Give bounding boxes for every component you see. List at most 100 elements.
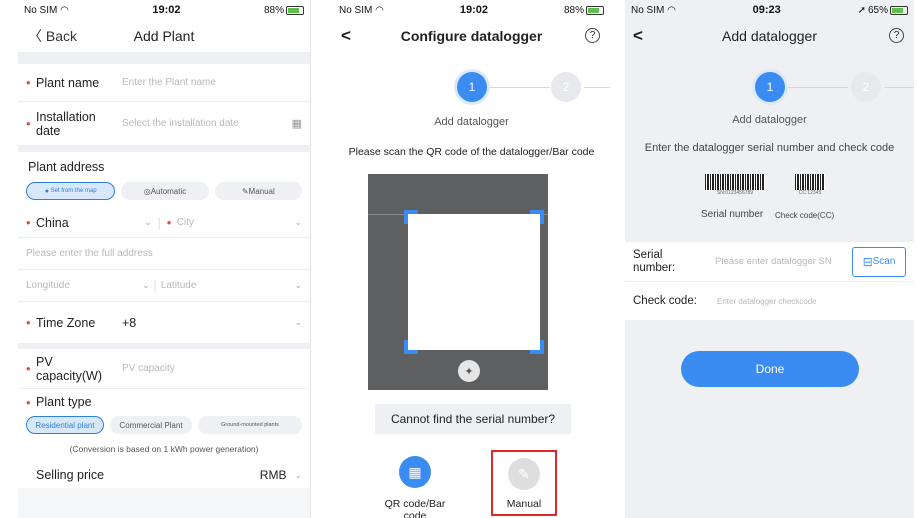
full-address-row[interactable]: Please enter the full address	[18, 238, 310, 270]
battery-icon	[285, 5, 304, 15]
install-date-input[interactable]: Select the installation date	[122, 118, 292, 129]
back-button[interactable]: <	[341, 26, 351, 46]
plant-type-residential[interactable]: Residential plant	[26, 416, 104, 434]
chevron-down-icon: ⌄	[294, 469, 302, 480]
address-mode-automatic[interactable]: ◎ Automatic	[121, 182, 209, 200]
clock: 09:23	[752, 4, 781, 16]
country-select[interactable]: China	[36, 216, 144, 230]
step-label: Add datalogger	[434, 116, 509, 128]
stepper: 1 2	[333, 68, 610, 108]
done-button[interactable]: Done	[681, 351, 859, 387]
frame-corner	[404, 210, 418, 224]
back-button[interactable]: <	[633, 26, 643, 46]
chevron-down-icon: ⌄	[294, 280, 302, 290]
entry-instruction: Enter the datalogger serial number and c…	[644, 142, 895, 154]
plant-type-commercial[interactable]: Commercial Plant	[110, 416, 192, 434]
divider: |	[157, 215, 161, 230]
battery-icon	[585, 5, 604, 15]
address-section: Plant address	[18, 152, 310, 178]
help-icon[interactable]: ?	[889, 28, 904, 43]
install-date-row[interactable]: • Installation date Select the installat…	[18, 102, 310, 146]
plant-name-row[interactable]: • Plant name Enter the Plant name	[18, 64, 310, 102]
address-mode-map[interactable]: ● Set from the map	[26, 182, 116, 200]
battery-indicator: 88%	[564, 5, 604, 16]
pv-capacity-input[interactable]: PV capacity	[122, 363, 175, 374]
plant-name-input[interactable]: Enter the Plant name	[122, 77, 216, 88]
pencil-icon: ✎	[241, 186, 249, 196]
page-title: Configure datalogger	[400, 28, 543, 44]
scan-instruction: Please scan the QR code of the datalogge…	[348, 146, 595, 158]
chevron-down-icon: ⌄	[294, 317, 302, 327]
chevron-down-icon: ⌄	[142, 280, 150, 290]
sn-sample: SN:0123456789	[705, 174, 765, 196]
add-datalogger-screen: No SIM ◠ 09:23 ➚ 65% < Add datalogger ? 1…	[625, 0, 914, 518]
nav-bar: 〈 Back Add Plant	[18, 20, 310, 52]
clock: 19:02	[152, 4, 181, 16]
manual-option[interactable]: ✎ Manual	[491, 450, 557, 516]
required-marker: •	[26, 75, 31, 90]
address-mode-manual[interactable]: ✎ Manual	[214, 182, 302, 200]
latitude-input[interactable]: Latitude	[161, 280, 295, 291]
wifi-icon: ◠	[375, 4, 384, 16]
full-address-input[interactable]: Please enter the full address	[26, 248, 153, 259]
frame-corner	[404, 340, 418, 354]
required-marker: •	[26, 116, 31, 131]
longitude-input[interactable]: Longitude	[26, 280, 142, 291]
timezone-label: Time Zone	[36, 315, 96, 330]
battery-indicator: 88%	[264, 5, 304, 16]
address-title: Plant address	[28, 160, 105, 174]
plant-type-ground[interactable]: Ground-mounted plants	[198, 416, 302, 434]
plant-type-header: • Plant type	[18, 389, 310, 414]
selling-price-row[interactable]: Selling price RMB ⌄	[18, 462, 310, 488]
check-code-label: Check code:	[633, 295, 697, 307]
configure-datalogger-screen: No SIM ◠ 19:02 88% < Configure datalogge…	[333, 0, 610, 518]
required-marker: •	[26, 315, 31, 330]
calendar-icon[interactable]: ▦	[292, 117, 302, 130]
barcode-icon	[705, 174, 765, 190]
help-icon[interactable]: ?	[585, 28, 600, 43]
scan-icon: ⊟	[862, 254, 873, 269]
scanner-viewport: ✦	[368, 174, 548, 390]
step-2: 2	[551, 72, 581, 102]
battery-icon	[890, 5, 908, 15]
frame-corner	[530, 340, 544, 354]
timezone-row[interactable]: • Time Zone +8 ⌄	[18, 302, 310, 344]
country-city-row: • China ⌄ | • City ⌄	[18, 208, 310, 238]
barcode-icon	[795, 174, 825, 190]
required-marker: •	[26, 395, 31, 410]
page-title: Add datalogger	[722, 28, 817, 44]
plant-type-group: Residential plant Commercial Plant Groun…	[18, 414, 310, 440]
serial-number-row: Serial number: Please enter datalogger S…	[625, 242, 914, 282]
currency-value[interactable]: RMB	[260, 468, 287, 482]
address-mode-group: ● Set from the map ◎ Automatic ✎ Manual	[18, 178, 310, 208]
check-code-input[interactable]: Enter datalogger checkcode	[717, 297, 906, 306]
qr-option[interactable]: ▦ QR code/Bar code	[373, 456, 457, 518]
divider	[18, 52, 310, 64]
status-bar: No SIM ◠ 09:23 ➚ 65%	[625, 0, 914, 20]
timezone-value[interactable]: +8	[122, 316, 294, 330]
check-code-row: Check code: Enter datalogger checkcode	[625, 282, 914, 320]
sn-sample-text: SN:0123456789	[716, 190, 754, 196]
flashlight-icon[interactable]: ✦	[458, 360, 480, 382]
wifi-icon: ◠	[667, 4, 676, 16]
carrier-label: No SIM ◠	[631, 4, 676, 16]
back-button[interactable]: 〈 Back	[28, 26, 77, 46]
cc-caption: Check code(CC)	[775, 211, 835, 220]
city-select[interactable]: City	[177, 217, 295, 228]
selling-price-label: Selling price	[36, 468, 105, 482]
step-connector	[490, 87, 550, 88]
carrier-label: No SIM ◠	[339, 4, 384, 16]
step-connector	[788, 87, 848, 88]
pv-capacity-row[interactable]: • PV capacity(W) PV capacity	[18, 349, 310, 389]
divider: |	[153, 278, 157, 293]
qr-code-icon: ▦	[399, 456, 431, 488]
battery-indicator: ➚ 65%	[858, 5, 908, 16]
step-connector	[584, 87, 610, 88]
step-1: 1	[755, 72, 785, 102]
scan-button[interactable]: ⊟ Scan	[852, 246, 906, 277]
add-plant-screen: No SIM ◠ 19:02 88% 〈 Back Add Plant • Pl…	[18, 0, 311, 518]
target-icon: ◎	[143, 186, 151, 196]
serial-number-input[interactable]: Please enter datalogger SN	[703, 256, 852, 267]
cannot-find-button[interactable]: Cannot find the serial number?	[375, 404, 571, 434]
clock: 19:02	[459, 4, 488, 16]
